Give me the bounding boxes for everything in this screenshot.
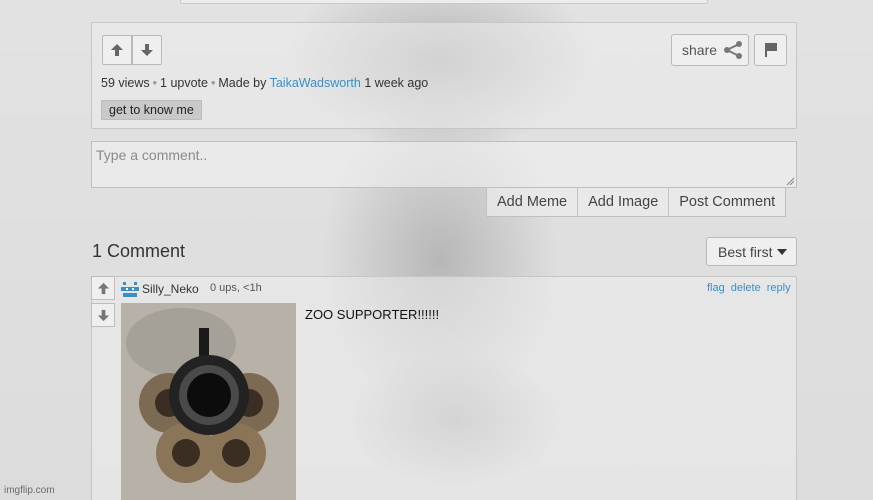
comments-heading: 1 Comment [92,241,186,261]
arrow-down-icon [97,309,109,321]
comment-downvote-button[interactable] [91,303,115,327]
top-strip [180,0,708,4]
share-label: share [682,42,718,58]
comment-actions: flag delete reply [707,282,791,294]
arrow-up-icon [111,44,123,56]
post-time: 1 week ago [364,76,429,90]
caret-down-icon [777,248,788,255]
upvote-button[interactable] [102,35,132,65]
add-image-button[interactable]: Add Image [577,188,668,216]
comment-delete-link[interactable]: delete [731,282,761,294]
post-comment-button[interactable]: Post Comment [668,188,785,216]
arrow-up-icon [97,282,109,294]
downvote-button[interactable] [132,35,162,65]
view-count: 59 views [101,76,150,90]
comment-action-bar: Add Meme Add Image Post Comment [486,187,787,217]
avatar[interactable] [121,282,139,298]
comment-reply-link[interactable]: reply [767,282,791,294]
post-info-panel: share 59 views • 1 upvote • Made by TaikaWad… [91,22,797,129]
made-by-label: Made by [218,76,267,90]
comment-upvote-button[interactable] [91,276,115,300]
post-meta: 59 views • 1 upvote • Made by TaikaWadsworth… [101,76,429,90]
flag-icon [764,43,777,57]
sort-label: Best first [718,243,773,260]
sort-dropdown[interactable]: Best first [706,237,797,266]
add-meme-button[interactable]: Add Meme [487,188,577,216]
resize-handle-icon[interactable] [786,177,795,186]
arrow-down-icon [141,44,153,56]
flag-button[interactable] [754,34,787,66]
author-link[interactable]: TaikaWadsworth [270,76,361,90]
comment-input[interactable] [91,141,797,188]
post-tag[interactable]: get to know me [101,100,202,120]
comment-username[interactable]: Silly_Neko [142,282,199,296]
share-button[interactable]: share [671,34,749,66]
watermark: imgflip.com [4,485,55,496]
revolver-image [121,303,296,500]
share-icon [724,41,743,59]
comment-meta: 0 ups, <1h [210,282,262,294]
upvote-count: 1 upvote [160,76,208,90]
comment-flag-link[interactable]: flag [707,282,725,294]
comment-image[interactable] [121,303,296,500]
comment-text: ZOO SUPPORTER!!!!!! [305,307,440,322]
